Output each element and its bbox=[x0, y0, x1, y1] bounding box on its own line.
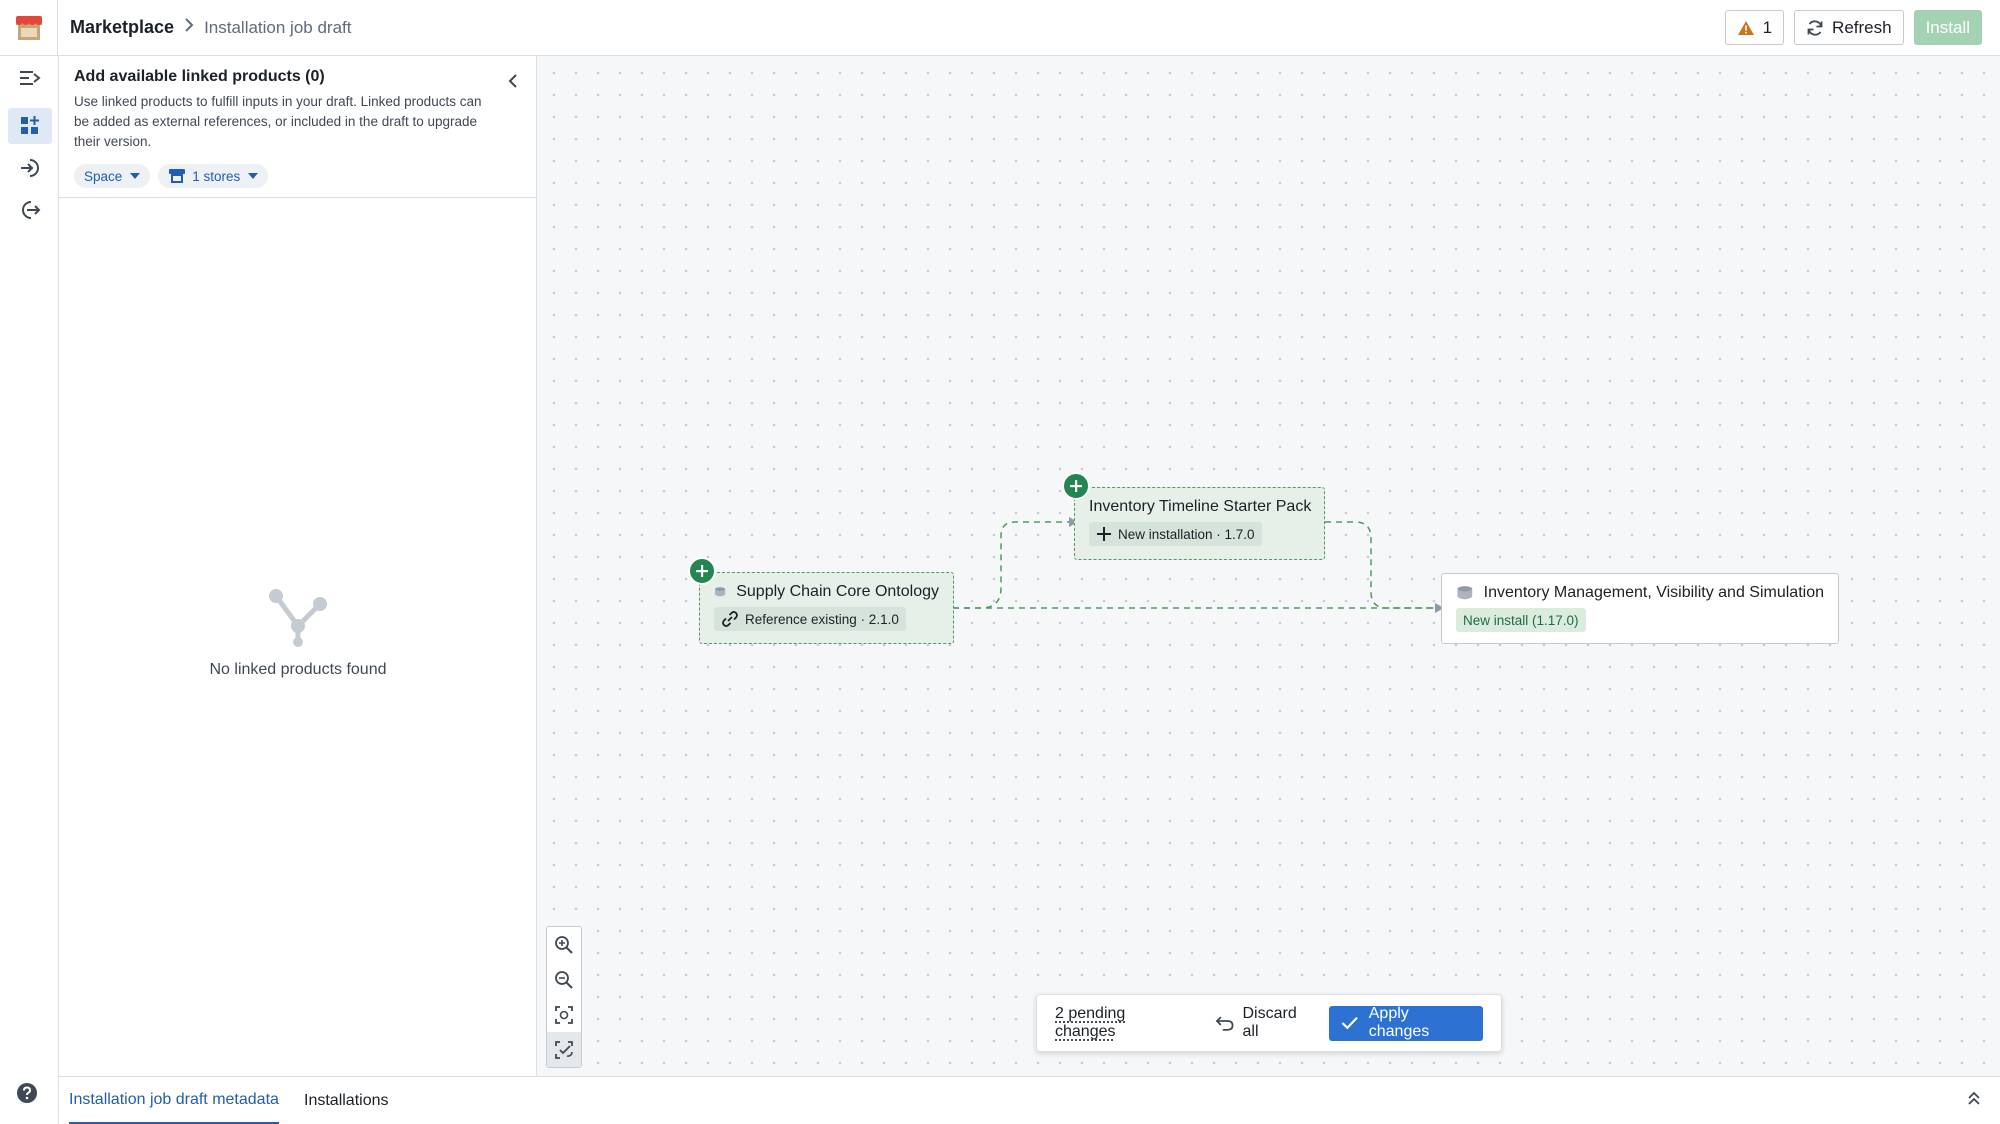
database-icon bbox=[714, 584, 726, 600]
top-header: Marketplace Installation job draft 1 Ref… bbox=[0, 0, 2000, 56]
breadcrumb-marketplace[interactable]: Marketplace bbox=[70, 17, 174, 38]
inventory-node-title: Inventory Management, Visibility and Sim… bbox=[1456, 584, 1824, 602]
auto-layout-icon bbox=[554, 1040, 574, 1060]
rail-outputs-button[interactable] bbox=[8, 192, 52, 228]
zoom-out-icon bbox=[554, 970, 574, 990]
undo-icon bbox=[1215, 1014, 1234, 1032]
empty-state: No linked products found bbox=[59, 586, 537, 679]
graph-edges bbox=[537, 56, 2000, 1076]
caret-down-icon bbox=[248, 173, 258, 179]
link-icon bbox=[721, 610, 739, 628]
apply-changes-button[interactable]: Apply changes bbox=[1329, 1006, 1483, 1041]
linked-products-panel: Add available linked products (0) Use li… bbox=[59, 56, 537, 1076]
grid-add-icon bbox=[19, 115, 41, 137]
supply-chain-node[interactable]: Supply Chain Core Ontology Reference exi… bbox=[699, 572, 954, 644]
collapse-panel-button[interactable] bbox=[508, 74, 518, 93]
bottom-tab-bar: Installation job draft metadata Installa… bbox=[59, 1076, 2000, 1124]
menu-expand-icon bbox=[19, 69, 41, 87]
plus-icon bbox=[1096, 526, 1112, 542]
supply-chain-tag: Reference existing · 2.1.0 bbox=[714, 607, 906, 631]
left-rail bbox=[0, 56, 59, 1124]
install-label: Install bbox=[1926, 18, 1970, 38]
discard-all-label: Discard all bbox=[1242, 1005, 1315, 1041]
zoom-in-button[interactable] bbox=[547, 927, 581, 962]
space-filter-label: Space bbox=[84, 169, 122, 184]
stores-filter-label: 1 stores bbox=[192, 169, 240, 184]
supply-chain-title-text: Supply Chain Core Ontology bbox=[736, 583, 939, 601]
apply-changes-label: Apply changes bbox=[1369, 1005, 1471, 1041]
auto-layout-button[interactable] bbox=[547, 1032, 581, 1067]
header-actions: 1 Refresh Install bbox=[1725, 10, 1982, 45]
pending-changes-bar: 2 pending changes Discard all Apply chan… bbox=[1036, 994, 1502, 1052]
supply-chain-node-title: Supply Chain Core Ontology bbox=[714, 583, 939, 601]
database-icon bbox=[1456, 585, 1474, 601]
panel-title: Add available linked products (0) bbox=[74, 68, 520, 86]
tab-installation-job-draft-metadata[interactable]: Installation job draft metadata bbox=[69, 1077, 279, 1124]
panel-description: Use linked products to fulfill inputs in… bbox=[74, 92, 494, 152]
fit-view-button[interactable] bbox=[547, 997, 581, 1032]
log-in-icon bbox=[19, 157, 41, 179]
chevron-left-icon bbox=[508, 74, 518, 88]
stores-filter[interactable]: 1 stores bbox=[158, 164, 268, 188]
caret-down-icon bbox=[130, 173, 140, 179]
marketplace-logo[interactable] bbox=[0, 0, 58, 56]
rail-products-button[interactable] bbox=[8, 108, 52, 144]
breadcrumb: Marketplace Installation job draft bbox=[70, 17, 351, 38]
zoom-to-fit-icon bbox=[554, 1005, 574, 1025]
graph-icon bbox=[266, 586, 330, 648]
add-badge-icon bbox=[688, 557, 716, 585]
check-icon bbox=[1341, 1016, 1359, 1030]
store-icon bbox=[168, 168, 186, 184]
refresh-button[interactable]: Refresh bbox=[1794, 10, 1904, 45]
zoom-out-button[interactable] bbox=[547, 962, 581, 997]
filter-chips: Space 1 stores bbox=[74, 164, 520, 188]
rail-inputs-button[interactable] bbox=[8, 150, 52, 186]
supply-chain-tag-text: Reference existing · 2.1.0 bbox=[745, 612, 899, 627]
zoom-controls bbox=[546, 926, 582, 1068]
refresh-icon bbox=[1806, 19, 1824, 37]
warning-icon bbox=[1737, 20, 1755, 36]
breadcrumb-current: Installation job draft bbox=[204, 18, 351, 38]
panel-header: Add available linked products (0) Use li… bbox=[59, 56, 536, 198]
tab-installations[interactable]: Installations bbox=[304, 1077, 389, 1124]
zoom-in-icon bbox=[554, 935, 574, 955]
store-icon bbox=[14, 14, 44, 42]
add-badge-icon bbox=[1062, 472, 1090, 500]
warning-button[interactable]: 1 bbox=[1725, 10, 1784, 45]
double-chevron-up-icon bbox=[1966, 1090, 1982, 1106]
timeline-node[interactable]: Inventory Timeline Starter Pack New inst… bbox=[1074, 487, 1325, 560]
install-button[interactable]: Install bbox=[1914, 10, 1982, 45]
warning-count: 1 bbox=[1763, 18, 1772, 38]
empty-state-text: No linked products found bbox=[59, 661, 537, 679]
inventory-tag: New install (1.17.0) bbox=[1456, 608, 1586, 632]
rail-toggle-button[interactable] bbox=[8, 60, 52, 96]
refresh-label: Refresh bbox=[1832, 18, 1892, 38]
inventory-management-node[interactable]: Inventory Management, Visibility and Sim… bbox=[1441, 573, 1839, 644]
graph-canvas[interactable]: Supply Chain Core Ontology Reference exi… bbox=[537, 56, 2000, 1076]
inventory-title-text: Inventory Management, Visibility and Sim… bbox=[1484, 584, 1824, 602]
help-icon bbox=[16, 1082, 38, 1104]
help-button[interactable] bbox=[16, 1082, 38, 1109]
timeline-tag: New installation · 1.7.0 bbox=[1089, 522, 1262, 546]
chevron-right-icon bbox=[184, 18, 194, 37]
timeline-tag-text: New installation · 1.7.0 bbox=[1118, 527, 1255, 542]
expand-bottom-panel-button[interactable] bbox=[1966, 1090, 1982, 1111]
pending-changes-count[interactable]: 2 pending changes bbox=[1055, 1005, 1187, 1041]
log-out-icon bbox=[19, 199, 41, 221]
discard-all-button[interactable]: Discard all bbox=[1215, 1005, 1315, 1041]
timeline-node-title: Inventory Timeline Starter Pack bbox=[1089, 498, 1310, 516]
space-filter[interactable]: Space bbox=[74, 164, 150, 188]
